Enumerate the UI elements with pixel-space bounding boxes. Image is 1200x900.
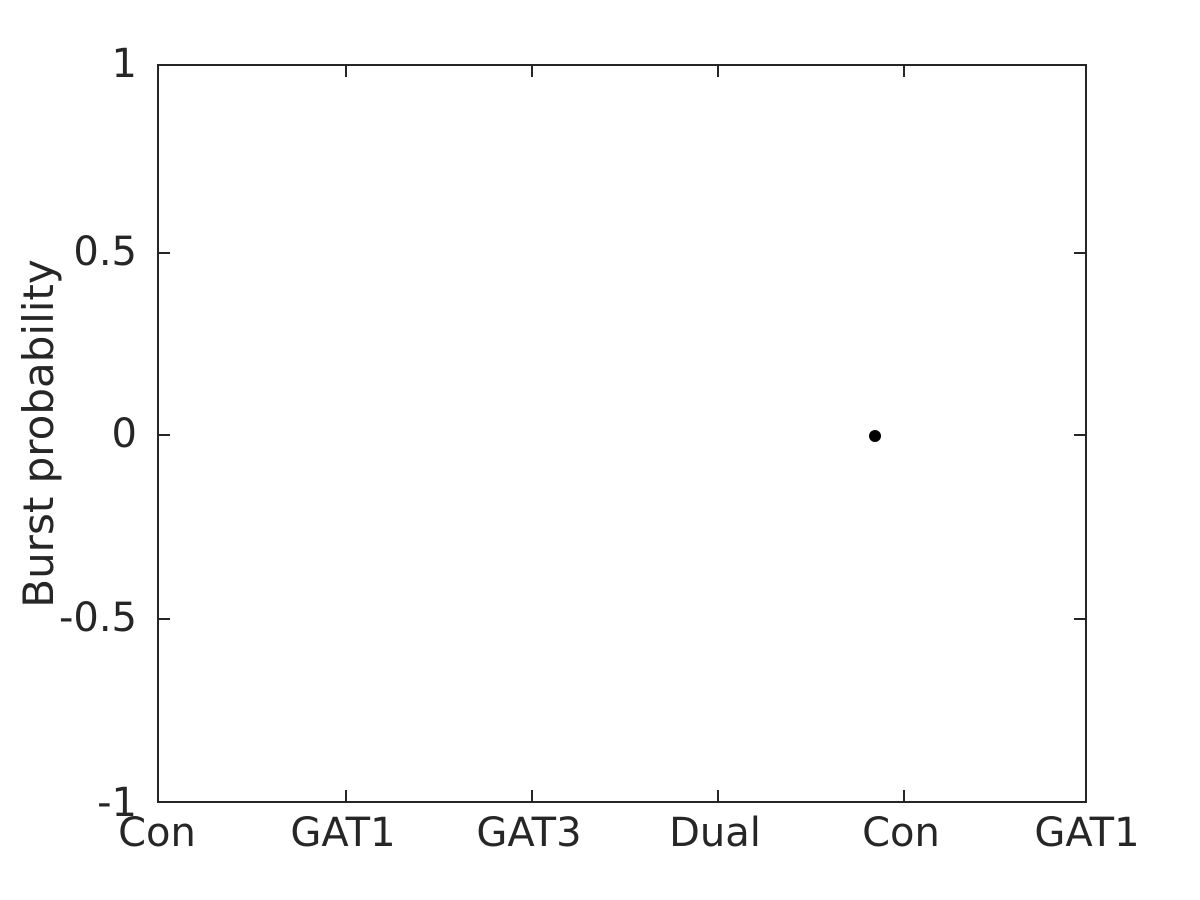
y-axis-label: Burst probability [14,259,63,608]
data-point [869,429,882,442]
y-tick-0p5 [159,252,170,254]
x-tick-top-2 [531,66,533,77]
y-tick-label-0: 0 [111,411,137,457]
y-tick-label-neg0p5: -0.5 [58,595,137,641]
x-tick-1 [345,790,347,801]
y-tick-right-neg0p5 [1074,618,1085,620]
x-tick-top-3 [717,66,719,77]
y-tick-label-0p5: 0.5 [73,229,137,275]
x-tick-top-4 [903,66,905,77]
x-tick-3 [717,790,719,801]
figure-canvas: Burst probability 1 0.5 0 -0.5 -1 Con GA… [0,0,1200,900]
y-tick-right-0 [1074,434,1085,436]
x-tick-label-2: GAT3 [476,810,582,856]
x-tick-label-5: GAT1 [1034,810,1140,856]
y-tick-right-0p5 [1074,252,1085,254]
x-tick-label-3: Dual [669,810,761,856]
x-tick-label-4: Con [862,810,940,856]
x-tick-2 [531,790,533,801]
y-tick-0 [159,434,170,436]
plot-area [157,64,1087,803]
y-tick-neg0p5 [159,618,170,620]
x-tick-top-1 [345,66,347,77]
x-tick-label-1: GAT1 [290,810,396,856]
y-tick-label-1: 1 [111,41,137,87]
x-tick-4 [903,790,905,801]
x-tick-label-0: Con [118,810,196,856]
